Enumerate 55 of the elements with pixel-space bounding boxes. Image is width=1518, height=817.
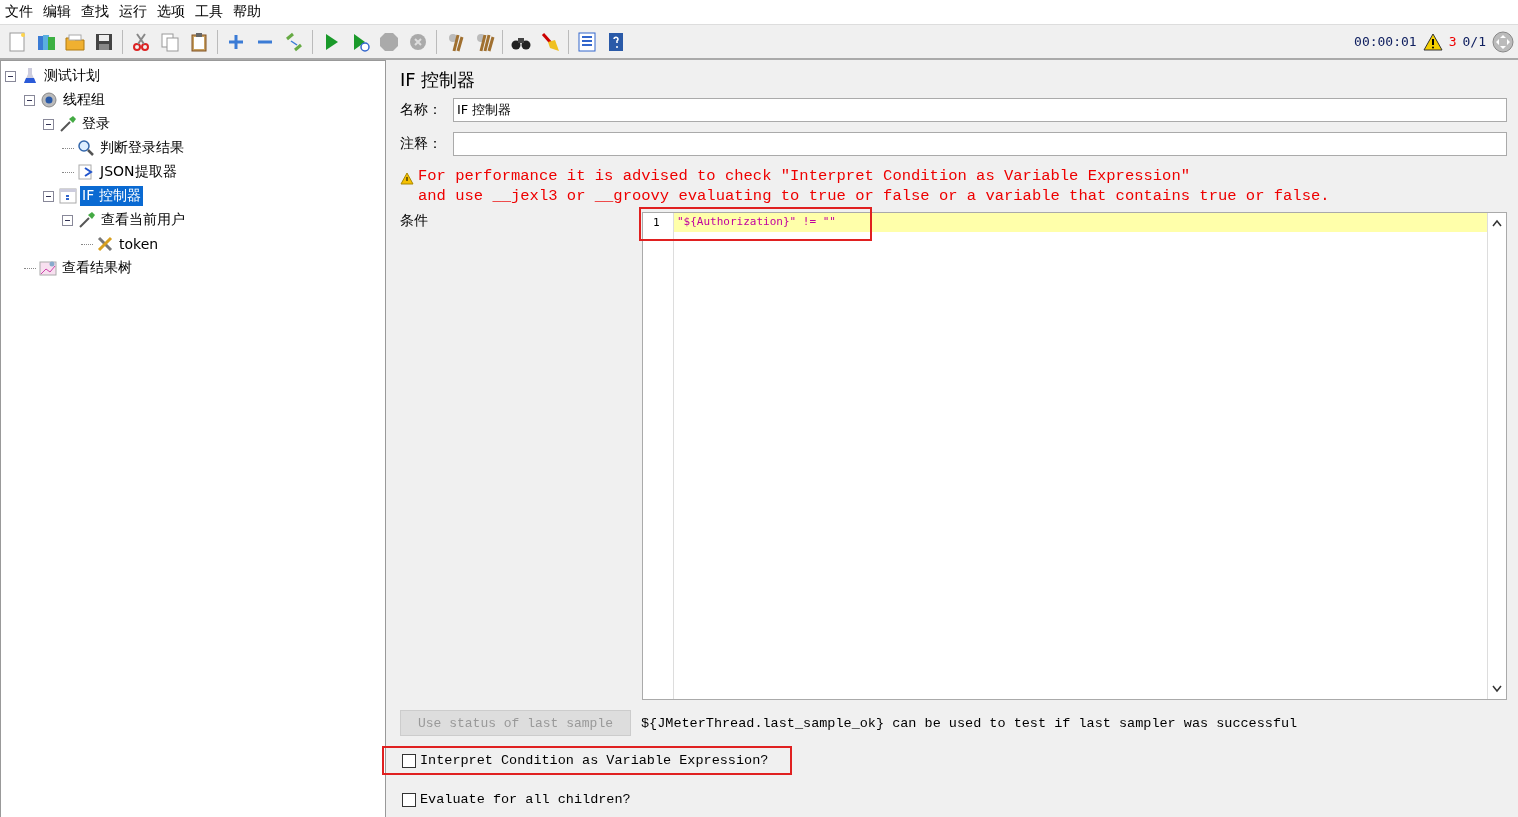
checkbox[interactable] [402,792,416,807]
tree-item[interactable]: 线程组 [61,90,107,110]
text-field[interactable] [453,132,1507,156]
config-node-icon [96,235,114,253]
tree-item[interactable]: token [117,235,161,253]
sampler-node-icon [78,211,96,229]
sampler-node-icon [59,115,77,133]
warning-icon[interactable] [1422,32,1443,51]
collapse-toggle-icon[interactable] [62,214,73,226]
checkbox-label: Interpret Condition as Variable Expression? [420,753,769,768]
thread-count: 0/1 [1462,34,1486,49]
menu-item[interactable]: 编辑 [42,3,72,21]
warning-count: 3 [1448,34,1457,49]
plan-node-icon [21,67,39,85]
checkbox[interactable] [402,753,416,768]
warning-message: For performance it is advised to check "Interpret Condition as Variable Expression" and use __jexl3 or __groovy evaluating to true or false or a variable that contains true or false. [418,166,1330,206]
menu-item[interactable]: 运行 [118,3,148,21]
tree-item[interactable]: 判断登录结果 [98,138,186,158]
menu-item[interactable]: 查找 [80,3,110,21]
tree-item[interactable]: 登录 [80,114,112,134]
field-label: 名称： [400,101,443,119]
menu-item[interactable]: 工具 [194,3,224,21]
condition-label: 条件 [400,212,429,230]
scroll-up-icon[interactable] [1492,219,1502,227]
tree-item[interactable]: 查看当前用户 [99,210,187,230]
listener-node-icon [39,259,57,277]
menu-item[interactable]: 帮助 [232,3,262,21]
controller-node-icon [59,187,77,205]
hint-text: ${JMeterThread.last_sample_ok} can be used to test if last sampler was successful [641,715,1298,731]
clear-broom-icon[interactable] [539,30,561,53]
threads-node-icon [40,91,58,109]
extractor-node-icon [77,163,95,181]
line-number: 1 [652,215,661,230]
remote-status-icon[interactable] [1492,30,1514,53]
code-editor[interactable]: 1 "${Authorization}" != "" [642,212,1507,700]
checkbox-label: Evaluate for all children? [420,792,631,807]
field-label: 注释： [400,135,443,153]
tree-item[interactable]: 查看结果树 [60,258,134,278]
collapse-toggle-icon[interactable] [5,70,16,82]
scroll-down-icon[interactable] [1492,685,1502,693]
collapse-toggle-icon[interactable] [24,94,35,106]
collapse-toggle-icon[interactable] [43,118,54,130]
menu-item[interactable]: 文件 [4,3,34,21]
text-field[interactable]: IF 控制器 [453,98,1507,122]
assertion-node-icon [77,139,95,157]
menu-item[interactable]: 选项 [156,3,186,21]
collapse-toggle-icon[interactable] [43,190,54,202]
tree-item[interactable]: JSON提取器 [98,162,179,182]
list-icon[interactable] [576,30,598,53]
panel-title: IF 控制器 [400,68,477,92]
elapsed-time: 00:00:01 [1354,34,1417,49]
clipboard-icon[interactable] [188,30,210,53]
tree-item[interactable]: 测试计划 [42,66,102,86]
tree-item[interactable]: IF 控制器 [80,186,143,206]
warning-icon [400,172,414,185]
